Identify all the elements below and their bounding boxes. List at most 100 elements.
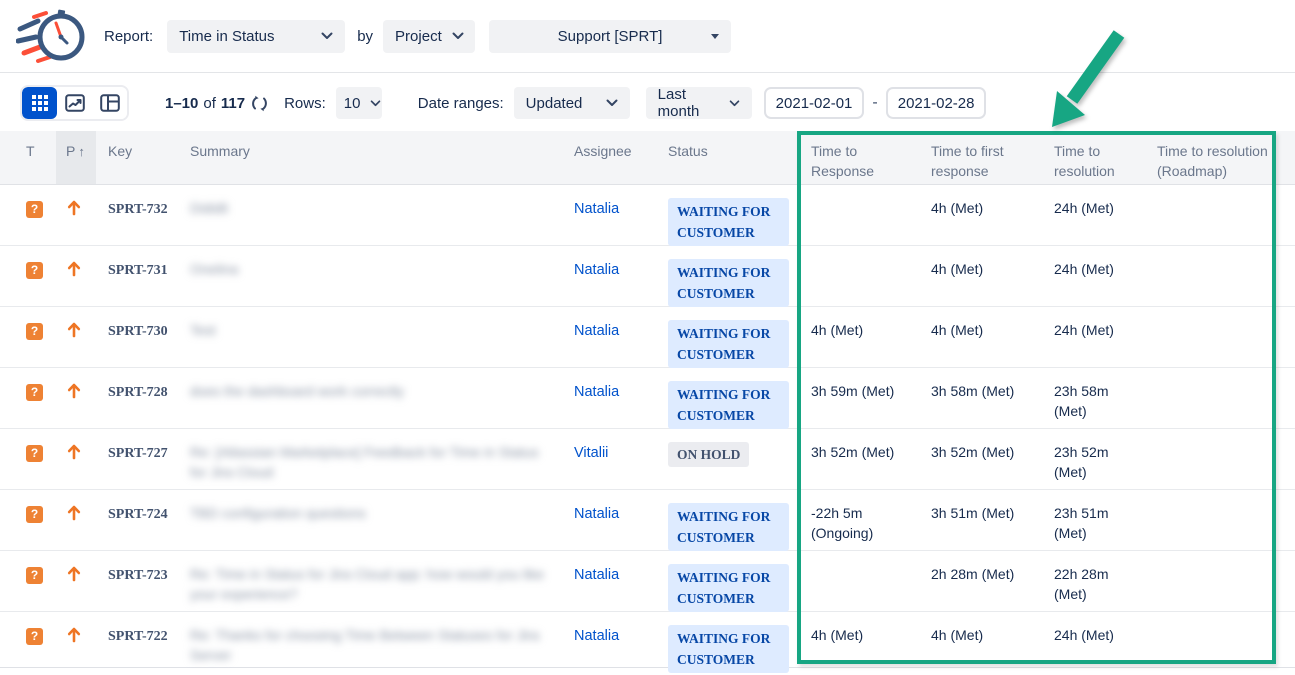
issue-key-link[interactable]: SPRT-727 [108,446,168,461]
assignee-link[interactable]: Natalia [574,384,619,400]
issue-key-link[interactable]: SPRT-731 [108,263,168,278]
chevron-down-icon [729,100,740,107]
board-layout-icon [100,94,120,112]
issue-summary-blurred[interactable]: TBD configuration questions [190,503,366,523]
issue-key-link[interactable]: SPRT-732 [108,202,168,217]
issue-type-question-icon[interactable]: ? [26,506,43,523]
date-from-input[interactable]: 2021-02-01 [764,87,865,119]
table-row: ? SPRT-731 Onelina Natalia WAITING FOR C… [0,246,1295,307]
board-view-button[interactable] [92,87,127,119]
assignee-link[interactable]: Natalia [574,506,619,522]
column-header-priority[interactable]: P↑ [56,131,96,184]
issue-key-link[interactable]: SPRT-730 [108,324,168,339]
time-to-first-response-cell: 2h 28m (Met) [917,551,1040,611]
project-value: Support [SPRT] [558,28,663,45]
issue-summary-blurred[interactable]: does the dashboard work correctly [190,381,404,401]
issue-key-link[interactable]: SPRT-728 [108,385,168,400]
refresh-button[interactable] [251,95,268,112]
toolbar: 1–10 of 117 Rows: 10 Date ranges: Update… [0,85,1295,121]
time-to-response-cell [797,551,917,611]
issue-key-link[interactable]: SPRT-722 [108,629,168,644]
column-header-time-to-resolution[interactable]: Time to resolution [1040,131,1143,184]
issue-summary-blurred[interactable]: Re: Time in Status for Jira Cloud app: h… [190,564,554,604]
priority-up-icon [66,260,88,277]
issue-type-question-icon[interactable]: ? [26,323,43,340]
pagination-total: 117 [221,95,245,112]
time-to-resolution-roadmap-cell [1143,612,1276,667]
time-to-resolution-cell: 24h (Met) [1040,612,1143,667]
time-to-first-response-cell: 4h (Met) [917,246,1040,306]
assignee-link[interactable]: Natalia [574,628,619,644]
pagination-of: of [203,95,216,112]
issue-type-question-icon[interactable]: ? [26,384,43,401]
assignee-link[interactable]: Natalia [574,262,619,278]
table-row: ? SPRT-730 Test Natalia WAITING FOR CUST… [0,307,1295,368]
issue-summary-blurred[interactable]: Dididli [190,198,228,218]
assignee-link[interactable]: Vitalii [574,445,608,461]
assignee-link[interactable]: Natalia [574,201,619,217]
date-field-select[interactable]: Updated [514,87,630,119]
table-row: ? SPRT-728 does the dashboard work corre… [0,368,1295,429]
column-header-summary[interactable]: Summary [178,131,562,184]
time-to-first-response-cell: 3h 51m (Met) [917,490,1040,550]
project-select[interactable]: Support [SPRT] [489,20,731,53]
issue-key-link[interactable]: SPRT-723 [108,568,168,583]
chevron-down-icon [452,32,464,40]
date-to-input[interactable]: 2021-02-28 [886,87,987,119]
column-header-time-to-resolution-roadmap[interactable]: Time to resolution (Roadmap) [1143,131,1276,184]
time-to-first-response-cell: 4h (Met) [917,307,1040,367]
report-type-select[interactable]: Time in Status [167,20,345,53]
assignee-link[interactable]: Natalia [574,323,619,339]
scope-select[interactable]: Project [383,20,475,53]
issue-summary-blurred[interactable]: Re: [Atlassian Marketplace] Feedback for… [190,442,554,482]
column-header-key[interactable]: Key [96,131,178,184]
time-to-response-cell [797,185,917,245]
issue-type-question-icon[interactable]: ? [26,445,43,462]
time-to-resolution-roadmap-cell [1143,368,1276,428]
report-type-value: Time in Status [179,28,274,45]
chevron-down-icon [606,99,618,107]
time-to-response-cell: 4h (Met) [797,612,917,667]
issue-key-link[interactable]: SPRT-724 [108,507,168,522]
report-label: Report: [104,28,153,45]
assignee-link[interactable]: Natalia [574,567,619,583]
issue-type-question-icon[interactable]: ? [26,628,43,645]
table-row: ? SPRT-723 Re: Time in Status for Jira C… [0,551,1295,612]
time-to-resolution-cell: 22h 28m (Met) [1040,551,1143,611]
time-to-first-response-cell: 3h 52m (Met) [917,429,1040,489]
time-to-response-cell: 3h 52m (Met) [797,429,917,489]
column-header-type[interactable]: T [0,131,56,184]
grid-view-button[interactable] [22,87,57,119]
status-badge: ON HOLD [668,442,749,467]
date-ranges-label: Date ranges: [418,95,504,112]
issue-type-question-icon[interactable]: ? [26,262,43,279]
chart-view-button[interactable] [57,87,92,119]
time-to-first-response-cell: 3h 58m (Met) [917,368,1040,428]
time-to-first-response-cell: 4h (Met) [917,612,1040,667]
status-badge: WAITING FOR CUSTOMER [668,625,789,673]
column-header-time-to-first-response[interactable]: Time to first response [917,131,1040,184]
issue-summary-blurred[interactable]: Test [190,320,216,340]
view-toggle-group [20,85,129,121]
issue-summary-blurred[interactable]: Onelina [190,259,238,279]
table-row: ? SPRT-722 Re: Thanks for choosing Time … [0,612,1295,668]
time-to-resolution-cell: 24h (Met) [1040,185,1143,245]
status-badge: WAITING FOR CUSTOMER [668,259,789,307]
table-row: ? SPRT-724 TBD configuration questions N… [0,490,1295,551]
column-header-assignee[interactable]: Assignee [562,131,656,184]
time-to-resolution-roadmap-cell [1143,307,1276,367]
issue-type-question-icon[interactable]: ? [26,567,43,584]
status-badge: WAITING FOR CUSTOMER [668,503,789,551]
issue-summary-blurred[interactable]: Re: Thanks for choosing Time Between Sta… [190,625,554,665]
rows-per-page-select[interactable]: 10 [336,87,382,119]
priority-up-icon [66,565,88,582]
issue-type-question-icon[interactable]: ? [26,201,43,218]
time-to-response-cell: 3h 59m (Met) [797,368,917,428]
column-header-status[interactable]: Status [656,131,797,184]
status-badge: WAITING FOR CUSTOMER [668,381,789,429]
column-header-time-to-response[interactable]: Time to Response [797,131,917,184]
chevron-down-icon [321,32,333,40]
period-select[interactable]: Last month [646,87,752,119]
period-value: Last month [658,86,719,120]
pagination: 1–10 of 117 [165,95,245,112]
